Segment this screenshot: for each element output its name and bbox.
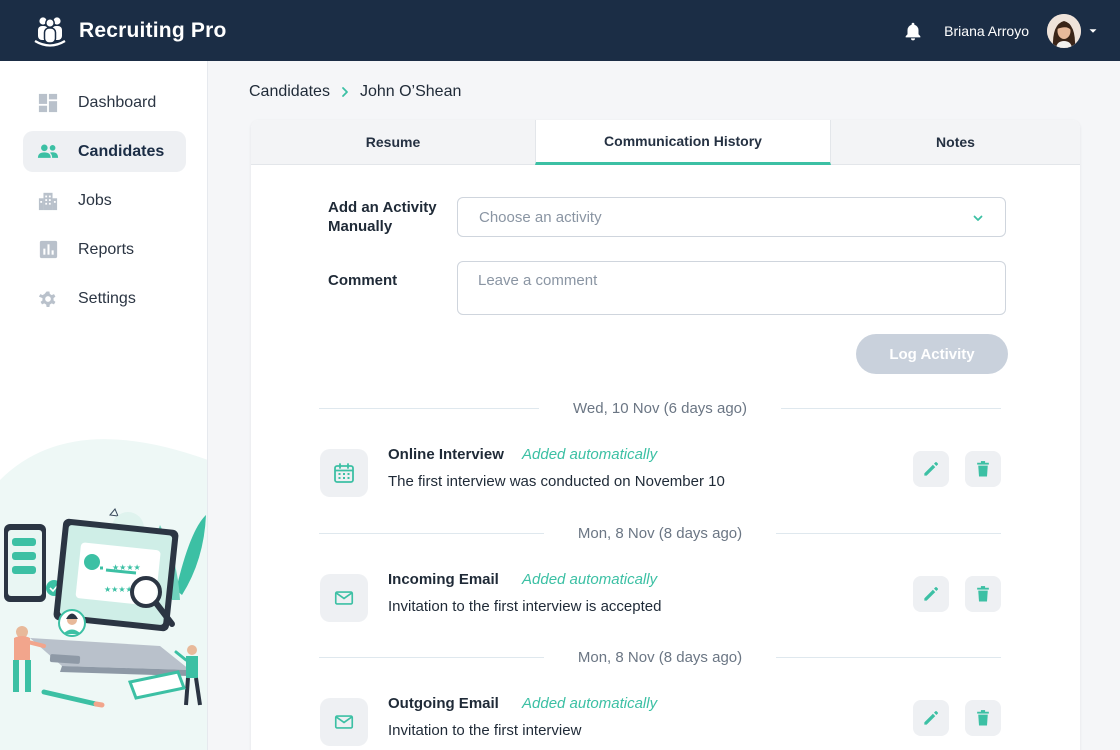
app-name: Recruiting Pro — [79, 18, 227, 42]
mail-icon — [320, 574, 368, 622]
top-bar: Recruiting Pro Briana Arroyo — [0, 0, 1120, 61]
sidebar-nav: Dashboard Candidates Jobs Reports Settin… — [0, 82, 207, 319]
log-activity-button[interactable]: Log Activity — [856, 334, 1008, 374]
comment-input[interactable] — [457, 261, 1006, 315]
edit-button[interactable] — [913, 700, 949, 736]
svg-text:★★★★: ★★★★ — [104, 585, 133, 594]
bell-icon[interactable] — [902, 20, 924, 42]
sidebar-item-label: Candidates — [78, 142, 165, 160]
activity-select[interactable]: Choose an activity — [457, 197, 1006, 237]
candidate-card: Resume Communication History Notes Add a… — [251, 120, 1080, 750]
entry-source: Added automatically — [522, 571, 658, 588]
gear-icon — [37, 288, 59, 310]
pencil-icon — [924, 711, 938, 725]
dashboard-icon — [37, 92, 59, 114]
trash-icon — [977, 710, 989, 726]
pencil-icon — [924, 587, 938, 601]
date-divider: Mon, 8 Nov (8 days ago) — [319, 523, 1001, 543]
people-icon — [37, 141, 59, 163]
sidebar-item-candidates[interactable]: Candidates — [23, 131, 186, 172]
sidebar-item-reports[interactable]: Reports — [23, 229, 186, 270]
chevron-down-icon — [971, 211, 985, 225]
entry-title: Online Interview — [388, 446, 504, 463]
sidebar-item-label: Jobs — [78, 191, 112, 209]
chevron-right-icon — [338, 85, 352, 99]
building-icon — [37, 190, 59, 212]
breadcrumb-candidates-link[interactable]: Candidates — [249, 83, 330, 101]
delete-button[interactable] — [965, 451, 1001, 487]
recruiting-illustration: ★★★★ ★★★★ — [0, 439, 207, 750]
entry-title: Outgoing Email — [388, 695, 499, 712]
date-label: Mon, 8 Nov (8 days ago) — [577, 648, 743, 666]
sidebar-item-label: Dashboard — [78, 93, 157, 111]
delete-button[interactable] — [965, 576, 1001, 612]
sidebar-item-dashboard[interactable]: Dashboard — [23, 82, 186, 123]
delete-button[interactable] — [965, 700, 1001, 736]
trash-icon — [977, 461, 989, 477]
tab-resume[interactable]: Resume — [251, 120, 535, 165]
calendar-icon — [320, 449, 368, 497]
entry-description: The first interview was conducted on Nov… — [388, 473, 725, 490]
trash-icon — [977, 586, 989, 602]
sidebar-item-settings[interactable]: Settings — [23, 278, 186, 319]
entry-description: Invitation to the first interview — [388, 722, 582, 739]
pencil-icon — [924, 462, 938, 476]
entry-description: Invitation to the first interview is acc… — [388, 598, 662, 615]
date-divider: Wed, 10 Nov (6 days ago) — [319, 398, 1002, 418]
tab-communication-history[interactable]: Communication History — [535, 120, 831, 165]
edit-button[interactable] — [913, 451, 949, 487]
mail-icon — [320, 698, 368, 746]
brand[interactable]: Recruiting Pro — [33, 14, 226, 48]
date-label: Wed, 10 Nov (6 days ago) — [573, 399, 747, 417]
sidebar: Dashboard Candidates Jobs Reports Settin… — [0, 61, 208, 750]
edit-button[interactable] — [913, 576, 949, 612]
tab-bar: Resume Communication History Notes — [251, 120, 1080, 165]
entry-source: Added automatically — [522, 446, 658, 463]
activity-select-value: Choose an activity — [479, 208, 602, 226]
breadcrumb: Candidates John O’Shean — [249, 83, 461, 101]
comment-label: Comment — [328, 272, 398, 289]
date-divider: Mon, 8 Nov (8 days ago) — [319, 647, 1001, 667]
entry-title: Incoming Email — [388, 571, 499, 588]
user-name[interactable]: Briana Arroyo — [944, 23, 1029, 39]
date-label: Mon, 8 Nov (8 days ago) — [577, 524, 743, 542]
chevron-down-icon[interactable] — [1088, 26, 1098, 36]
activity-label: Add an Activity Manually — [328, 199, 437, 235]
team-logo-icon — [34, 16, 66, 47]
svg-text:★★★★: ★★★★ — [112, 563, 141, 572]
history-entry: Outgoing Email Added automatically Invit… — [320, 695, 1001, 750]
sidebar-item-jobs[interactable]: Jobs — [23, 180, 186, 221]
tab-notes[interactable]: Notes — [831, 120, 1080, 165]
entry-source: Added automatically — [522, 695, 658, 712]
history-entry: Online Interview Added automatically The… — [320, 446, 1001, 506]
sidebar-item-label: Settings — [78, 289, 136, 307]
breadcrumb-current: John O’Shean — [359, 83, 462, 100]
history-entry: Incoming Email Added automatically Invit… — [320, 571, 1001, 631]
avatar[interactable] — [1047, 13, 1081, 48]
bar-chart-icon — [37, 239, 59, 261]
sidebar-item-label: Reports — [78, 240, 135, 258]
